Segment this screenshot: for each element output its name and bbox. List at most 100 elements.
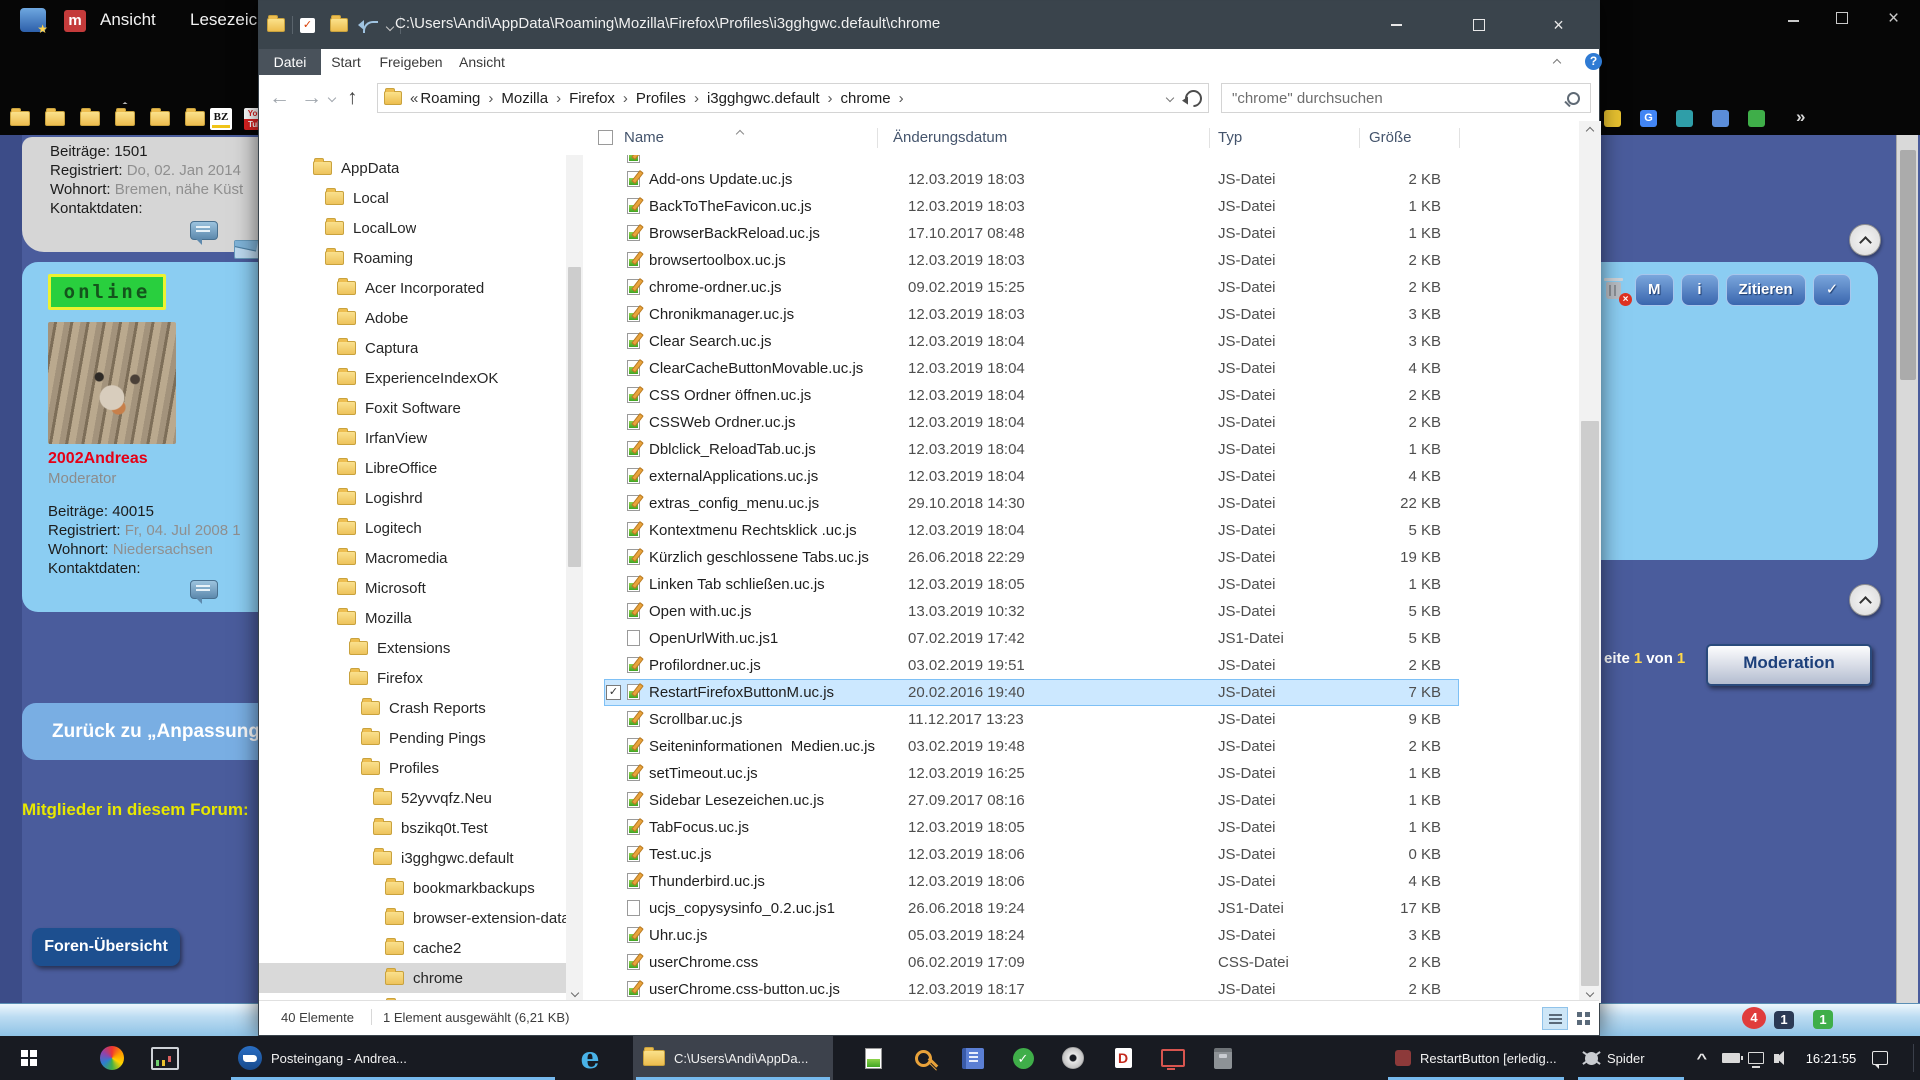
- list-scrollbar[interactable]: [1579, 121, 1601, 1003]
- address-dropdown-icon[interactable]: [1166, 94, 1174, 102]
- folder-icon[interactable]: [267, 18, 285, 32]
- file-row[interactable]: TabFocus.uc.js12.03.2019 18:05JS-Datei1 …: [259, 814, 1577, 841]
- bookmark-folder-icon[interactable]: [80, 111, 100, 126]
- network-icon[interactable]: [1748, 1036, 1772, 1080]
- column-divider[interactable]: [1359, 128, 1360, 148]
- file-row[interactable]: CSS Ordner öffnen.uc.js12.03.2019 18:04J…: [259, 382, 1577, 409]
- archive-box-taskbar-button[interactable]: [1198, 1036, 1248, 1080]
- tray-expand-button[interactable]: ^: [1698, 1036, 1714, 1080]
- remote-desktop-taskbar-button[interactable]: [1148, 1036, 1198, 1080]
- scroll-top-button[interactable]: [1849, 224, 1881, 256]
- close-button[interactable]: ×: [1536, 1, 1581, 49]
- scrollbar-thumb[interactable]: [1581, 421, 1599, 986]
- pm-bubble-icon[interactable]: [190, 221, 218, 240]
- post-button-i[interactable]: i: [1681, 274, 1719, 306]
- column-name[interactable]: Name: [624, 129, 664, 146]
- select-all-checkbox[interactable]: [598, 130, 613, 145]
- breadcrumb-segment[interactable]: Firefox: [569, 90, 615, 107]
- js-file-taskbar-button[interactable]: [848, 1036, 898, 1080]
- key-taskbar-button[interactable]: [898, 1036, 948, 1080]
- scroll-top-button[interactable]: [1849, 584, 1881, 616]
- column-divider[interactable]: [1459, 128, 1460, 148]
- email-icon[interactable]: [234, 240, 260, 259]
- firefox-close-icon[interactable]: ×: [1888, 8, 1899, 30]
- address-bar[interactable]: RoamingMozillaFirefoxProfilesi3gghgwc.de…: [377, 83, 1209, 113]
- scroll-up-icon[interactable]: [1579, 121, 1601, 137]
- file-row[interactable]: browsertoolbox.uc.js12.03.2019 18:03JS-D…: [259, 247, 1577, 274]
- column-divider[interactable]: [1209, 128, 1210, 148]
- tab-freigeben[interactable]: Freigeben: [371, 49, 451, 75]
- bookmarks-overflow-icon[interactable]: »: [1796, 107, 1805, 127]
- antivirus-check-taskbar-button[interactable]: [998, 1036, 1048, 1080]
- file-row[interactable]: Clear Search.uc.js12.03.2019 18:04JS-Dat…: [259, 328, 1577, 355]
- file-row[interactable]: Open with.uc.js13.03.2019 10:32JS-Datei5…: [259, 598, 1577, 625]
- bookmark-manager-icon[interactable]: [20, 8, 46, 32]
- breadcrumb-chevron-icon[interactable]: [556, 90, 561, 107]
- d-tool-taskbar-button[interactable]: [1098, 1036, 1148, 1080]
- breadcrumb-segment[interactable]: chrome: [841, 90, 891, 107]
- back-to-anpassungen-button[interactable]: Zurück zu „Anpassungen“: [22, 703, 272, 760]
- ribbon-collapse-icon[interactable]: [1553, 59, 1561, 67]
- file-row[interactable]: ucjs_copysysinfo_0.2.uc.js126.06.2018 19…: [259, 895, 1577, 922]
- bookmark-folder-icon[interactable]: [10, 111, 30, 126]
- file-row[interactable]: RestartFirefoxButtonM.uc.js20.02.2016 19…: [259, 679, 1577, 706]
- breadcrumb-chevron-icon[interactable]: [899, 90, 904, 107]
- color-wheel-icon[interactable]: [95, 1036, 129, 1080]
- scrollbar-thumb[interactable]: [1900, 150, 1916, 380]
- action-center-icon[interactable]: [1872, 1036, 1896, 1080]
- task-thunderbird[interactable]: Posteingang - Andrea...: [228, 1036, 558, 1080]
- column-size[interactable]: Größe: [1369, 129, 1412, 146]
- breadcrumb-collapse-icon[interactable]: [410, 90, 418, 107]
- breadcrumb-segment[interactable]: Mozilla: [501, 90, 548, 107]
- delete-post-button[interactable]: [1602, 274, 1628, 306]
- volume-icon[interactable]: [1774, 1036, 1798, 1080]
- pagination-page[interactable]: 1: [1630, 650, 1646, 667]
- icons-view-button[interactable]: [1570, 1007, 1596, 1030]
- file-row[interactable]: Dblclick_ReloadTab.uc.js12.03.2019 18:04…: [259, 436, 1577, 463]
- file-row[interactable]: Thunderbird.uc.js12.03.2019 18:06JS-Date…: [259, 868, 1577, 895]
- mail-app-icon[interactable]: [64, 10, 86, 32]
- taskbar-clock[interactable]: 16:21:55: [1796, 1036, 1866, 1080]
- details-view-button[interactable]: [1542, 1007, 1568, 1030]
- file-row[interactable]: Kürzlich geschlossene Tabs.uc.js26.06.20…: [259, 544, 1577, 571]
- minimize-button[interactable]: [1374, 1, 1419, 49]
- bz-bookmark-icon[interactable]: BZ: [210, 108, 232, 130]
- task-explorer[interactable]: C:\Users\Andi\AppDa...: [633, 1036, 833, 1080]
- file-row[interactable]: extras_config_menu.uc.js29.10.2018 14:30…: [259, 490, 1577, 517]
- bookmark-folder-icon[interactable]: [115, 111, 135, 126]
- search-icon[interactable]: [1567, 92, 1580, 105]
- breadcrumb-chevron-icon[interactable]: [694, 90, 699, 107]
- monitor-graph-icon[interactable]: [148, 1036, 182, 1080]
- refresh-icon[interactable]: [1181, 86, 1205, 110]
- battery-icon[interactable]: [1722, 1036, 1746, 1080]
- task-restartbutton[interactable]: RestartButton [erledig...: [1385, 1036, 1567, 1080]
- file-row[interactable]: Profilordner.uc.js03.02.2019 19:51JS-Dat…: [259, 652, 1577, 679]
- moderation-button[interactable]: Moderation: [1706, 644, 1872, 686]
- forum-overview-button[interactable]: Foren-Übersicht: [32, 928, 180, 966]
- green-favicon-icon[interactable]: [1748, 110, 1765, 127]
- edge-icon[interactable]: [570, 1036, 610, 1080]
- breadcrumb-chevron-icon[interactable]: [623, 90, 628, 107]
- bookmark-folder-icon[interactable]: [185, 111, 205, 126]
- file-row[interactable]: Sidebar Lesezeichen.uc.js27.09.2017 08:1…: [259, 787, 1577, 814]
- maximize-button[interactable]: [1456, 1, 1501, 49]
- task-spider[interactable]: Spider: [1575, 1036, 1687, 1080]
- post-button-confirm[interactable]: ✓: [1813, 274, 1852, 306]
- breadcrumb-chevron-icon[interactable]: [828, 90, 833, 107]
- blue-favicon-icon[interactable]: [1712, 110, 1729, 127]
- nav-forward-icon[interactable]: →: [301, 86, 322, 110]
- file-row[interactable]: ClearCacheButtonMovable.uc.js12.03.2019 …: [259, 355, 1577, 382]
- post-button-zitieren[interactable]: Zitieren: [1726, 274, 1806, 306]
- tab-ansicht[interactable]: Ansicht: [451, 49, 513, 75]
- firefox-maximize-button[interactable]: [1836, 12, 1848, 24]
- start-button[interactable]: [0, 1036, 58, 1080]
- notebook-taskbar-button[interactable]: [948, 1036, 998, 1080]
- bookmark-folder-icon[interactable]: [45, 111, 65, 126]
- file-row[interactable]: OpenUrlWith.uc.js107.02.2019 17:42JS1-Da…: [259, 625, 1577, 652]
- breadcrumb-segment[interactable]: i3gghgwc.default: [707, 90, 820, 107]
- file-row[interactable]: Add-ons Update.uc.js12.03.2019 18:03JS-D…: [259, 166, 1577, 193]
- yellow-favicon-icon[interactable]: [1604, 110, 1621, 127]
- show-desktop-button[interactable]: [1913, 1044, 1914, 1072]
- file-row[interactable]: chrome-ordner.uc.js09.02.2019 15:25JS-Da…: [259, 274, 1577, 301]
- teal-favicon-icon[interactable]: [1676, 110, 1693, 127]
